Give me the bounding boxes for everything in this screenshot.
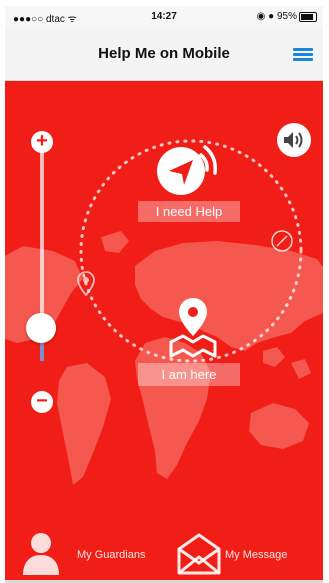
hamburger-menu-icon[interactable] — [293, 48, 313, 62]
map-location-icon[interactable] — [165, 294, 221, 360]
zoom-out-button[interactable]: − — [31, 391, 53, 413]
app-screen: ●●●○○ dtac ᯤ 14:27 ◉ ● 95% Help Me on Mo… — [5, 6, 323, 583]
battery-icon — [299, 12, 317, 22]
zoom-slider-track[interactable] — [40, 151, 44, 411]
location-pin-icon — [77, 271, 95, 297]
i-am-here-button[interactable]: I am here — [138, 363, 240, 386]
my-message-label: My Message — [225, 549, 288, 561]
navigation-bar: Help Me on Mobile — [5, 28, 323, 81]
my-guardians-tab[interactable]: My Guardians — [19, 531, 169, 575]
need-help-button[interactable]: I need Help — [138, 201, 240, 222]
send-location-icon[interactable] — [155, 143, 225, 199]
zoom-slider-handle[interactable] — [26, 313, 56, 343]
envelope-icon — [177, 533, 221, 575]
my-guardians-label: My Guardians — [77, 549, 146, 561]
battery-percent: ◉ ● 95% — [256, 11, 297, 22]
compass-icon — [271, 230, 293, 252]
status-bar: ●●●○○ dtac ᯤ 14:27 ◉ ● 95% — [5, 6, 323, 28]
speaker-icon[interactable] — [277, 123, 311, 157]
zoom-in-button[interactable]: + — [31, 131, 53, 153]
person-icon — [23, 533, 59, 575]
page-title: Help Me on Mobile — [98, 45, 230, 62]
bottom-navigation: My Guardians My Message — [5, 521, 323, 583]
map-panel: + − I need Help I am here My Guardians M… — [5, 81, 323, 583]
my-message-tab[interactable]: My Message — [177, 531, 317, 575]
